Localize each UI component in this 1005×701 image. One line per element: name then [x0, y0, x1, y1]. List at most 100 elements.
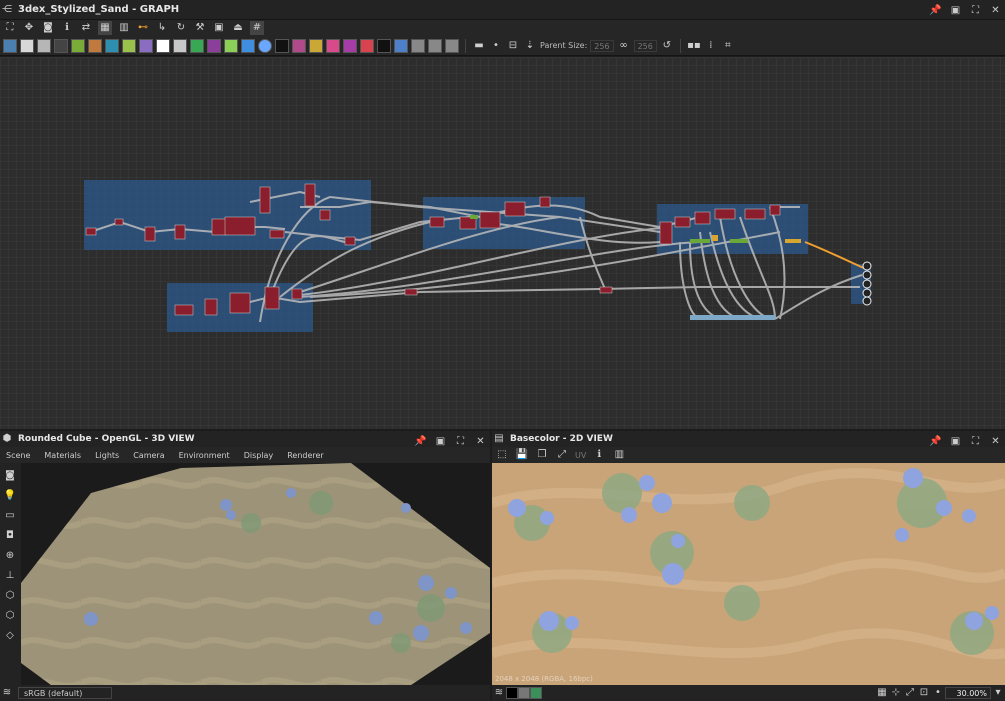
zoom-field[interactable]: 30.00% [945, 687, 991, 699]
link-size-icon[interactable]: ∞ [617, 39, 631, 53]
black-swatch[interactable] [506, 687, 518, 699]
close-icon[interactable]: ✕ [475, 436, 486, 447]
svg-icon[interactable] [241, 38, 255, 53]
close-icon[interactable]: ✕ [990, 5, 1001, 16]
plane-icon[interactable]: ◇ [3, 629, 17, 643]
curve-icon[interactable] [105, 38, 119, 53]
mesh-icon[interactable]: ⬡ [3, 609, 17, 623]
screenshot-icon[interactable]: ◘ [3, 529, 17, 543]
hsl-icon[interactable] [122, 38, 136, 53]
text-icon[interactable] [309, 38, 323, 53]
image-input-icon[interactable] [3, 38, 17, 53]
view3d-viewport[interactable] [21, 463, 490, 685]
emboss-icon[interactable] [190, 38, 204, 53]
move-icon[interactable]: ✥ [22, 21, 36, 35]
reset-icon[interactable]: ↺ [660, 39, 674, 53]
layers-icon[interactable]: ≋ [492, 686, 506, 700]
frame-all-icon[interactable]: ⛶ [3, 21, 17, 35]
align-icon[interactable]: ↳ [155, 21, 169, 35]
pin-icon[interactable]: 📌 [414, 436, 426, 447]
comment-node-icon[interactable] [411, 38, 425, 53]
restore-icon[interactable]: ▣ [435, 436, 446, 447]
uniform-color-icon[interactable] [20, 38, 34, 53]
save-icon[interactable]: 💾 [515, 448, 529, 462]
blur-icon[interactable] [139, 38, 153, 53]
blend-icon[interactable] [54, 38, 68, 53]
menu-display[interactable]: Display [244, 451, 274, 460]
maximize-icon[interactable]: ⛶ [455, 436, 466, 447]
frame-icon[interactable]: ▥ [117, 21, 131, 35]
gradient-map-icon[interactable] [88, 38, 102, 53]
info-icon[interactable]: ℹ [60, 21, 74, 35]
export-icon[interactable]: ⬚ [495, 448, 509, 462]
transform-icon[interactable] [71, 38, 85, 53]
copy-icon[interactable]: ❐ [535, 448, 549, 462]
graph-output-icon[interactable] [445, 38, 459, 53]
pin-icon[interactable]: 📌 [929, 436, 941, 447]
bitmap-icon[interactable] [224, 38, 238, 53]
link-icon[interactable]: ⊷ [136, 21, 150, 35]
distance-icon[interactable] [207, 38, 221, 53]
info-icon[interactable]: ℹ [592, 448, 606, 462]
levels-icon[interactable] [37, 38, 51, 53]
crop-icon[interactable]: ⌗ [721, 39, 735, 53]
comment-icon[interactable]: ▬ [472, 39, 486, 53]
fit-icon[interactable]: ⤢ [555, 448, 569, 462]
restore-icon[interactable]: ▣ [950, 5, 961, 16]
light-icon[interactable]: 💡 [3, 489, 17, 503]
grid-icon[interactable]: ▦ [875, 686, 889, 700]
screenshot-icon[interactable]: ◙ [41, 21, 55, 35]
colorspace-select[interactable]: sRGB (default) [18, 687, 112, 699]
parent-size-width[interactable]: 256 [590, 39, 614, 52]
display-icon[interactable]: ▣ [212, 21, 226, 35]
camera-icon[interactable]: ◙ [3, 469, 17, 483]
grid-snap-icon[interactable]: # [250, 21, 264, 35]
pixel-processor-icon[interactable] [275, 38, 289, 53]
connect-icon[interactable]: ⇄ [79, 21, 93, 35]
menu-environment[interactable]: Environment [179, 451, 230, 460]
sphere-icon[interactable]: ⊕ [3, 549, 17, 563]
node-cam-icon[interactable]: ▪▪ [687, 39, 701, 53]
warp-icon[interactable] [156, 38, 170, 53]
fill-icon[interactable] [360, 38, 374, 53]
pin-icon[interactable]: 📌 [929, 5, 941, 16]
view2d-viewport[interactable] [492, 463, 1005, 685]
menu-camera[interactable]: Camera [133, 451, 164, 460]
graph-canvas[interactable] [0, 57, 1005, 429]
gray-swatch[interactable] [518, 687, 530, 699]
pin-down-icon[interactable]: ⇣ [523, 39, 537, 53]
histogram-icon[interactable]: ▥ [612, 448, 626, 462]
tweak-icon[interactable]: ⁞ [704, 39, 718, 53]
fxmap-icon[interactable] [258, 38, 272, 53]
publish-icon[interactable]: ⏏ [231, 21, 245, 35]
maximize-icon[interactable]: ⛶ [970, 5, 981, 16]
gradient-icon[interactable] [292, 38, 306, 53]
node-graph[interactable] [0, 57, 1005, 429]
menu-renderer[interactable]: Renderer [287, 451, 324, 460]
zoom-dropdown-icon[interactable]: ▾ [991, 686, 1005, 700]
restore-icon[interactable]: ▣ [950, 436, 961, 447]
close-icon[interactable]: ✕ [990, 436, 1001, 447]
uv-select[interactable]: UV [575, 451, 586, 460]
01-value-icon[interactable] [377, 38, 391, 53]
directional-warp-icon[interactable] [343, 38, 357, 53]
dot-node-icon[interactable]: • [489, 39, 503, 53]
frame-node-icon[interactable] [394, 38, 408, 53]
environment-icon[interactable]: ▭ [3, 509, 17, 523]
pin-node-icon[interactable] [428, 38, 442, 53]
tools-icon[interactable]: ⚒ [193, 21, 207, 35]
normal-icon[interactable] [173, 38, 187, 53]
menu-lights[interactable]: Lights [95, 451, 119, 460]
parent-size-height[interactable]: 256 [633, 39, 657, 52]
cube-mesh-icon[interactable]: ⬡ [3, 589, 17, 603]
checker-swatch[interactable] [530, 687, 542, 699]
refresh-icon[interactable]: ↻ [174, 21, 188, 35]
zoom-fit-icon[interactable]: ⊡ [917, 686, 931, 700]
layout-icon[interactable]: ▦ [98, 21, 112, 35]
menu-scene[interactable]: Scene [6, 451, 30, 460]
axis-icon[interactable]: ⊥ [3, 569, 17, 583]
output-node-icon[interactable]: ⊟ [506, 39, 520, 53]
tile-icon[interactable]: ⊹ [889, 686, 903, 700]
maximize-icon[interactable]: ⛶ [970, 436, 981, 447]
tiles-icon[interactable] [326, 38, 340, 53]
